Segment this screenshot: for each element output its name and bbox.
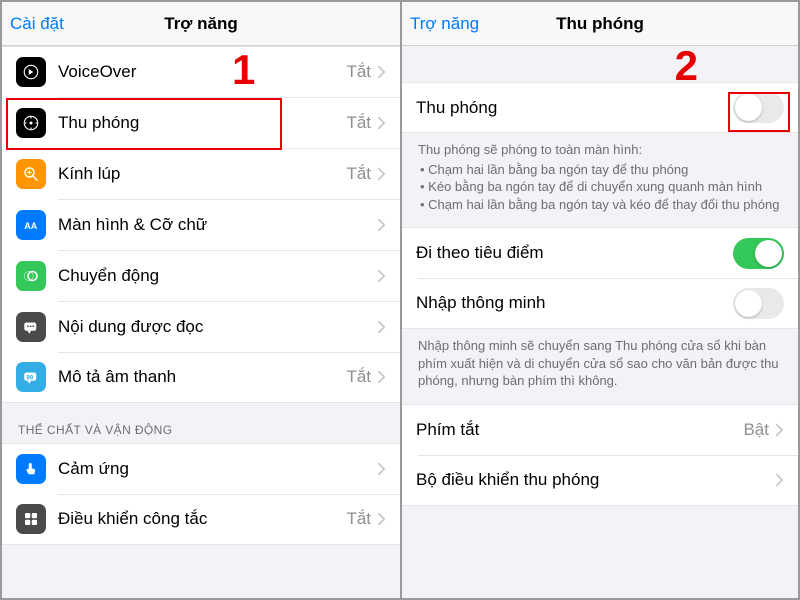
voiceover-icon (16, 57, 46, 87)
row-label: Thu phóng (416, 98, 733, 118)
desc-item: Chạm hai lần bằng ba ngón tay và kéo để … (420, 196, 782, 214)
row-smart-typing[interactable]: Nhập thông minh (402, 278, 798, 329)
audio-desc-icon: 99 (16, 362, 46, 392)
display-text-icon: AA (16, 210, 46, 240)
chevron-right-icon (377, 370, 386, 384)
row-label: Nhập thông minh (416, 293, 733, 313)
row-value: Tắt (346, 367, 371, 387)
zoom-toggle-group: Thu phóng (402, 82, 798, 133)
row-zoom-controller[interactable]: Bộ điều khiển thu phóng (402, 455, 798, 506)
options-group: Đi theo tiêu điểm Nhập thông minh (402, 227, 798, 329)
row-value: Bật (743, 420, 769, 440)
motion-icon (16, 261, 46, 291)
spoken-content-icon (16, 312, 46, 342)
back-label: Trợ năng (410, 14, 479, 34)
row-shortcut[interactable]: Phím tắt Bật (402, 404, 798, 455)
chevron-right-icon (377, 218, 386, 232)
row-label: Nội dung được đọc (58, 317, 377, 337)
row-switch-control[interactable]: Điều khiển công tắc Tắt (2, 494, 400, 545)
row-zoom[interactable]: Thu phóng Tắt (2, 97, 400, 148)
row-label: Điều khiển công tắc (58, 509, 346, 529)
row-value: Tắt (346, 509, 371, 529)
row-label: Màn hình & Cỡ chữ (58, 215, 377, 235)
row-magnifier[interactable]: Kính lúp Tắt (2, 148, 400, 199)
section-header-physical: THỂ CHẤT VÀ VẬN ĐỘNG (2, 403, 400, 443)
row-follow-focus[interactable]: Đi theo tiêu điểm (402, 227, 798, 278)
row-voiceover[interactable]: VoiceOver Tắt (2, 46, 400, 97)
chevron-right-icon (377, 512, 386, 526)
chevron-right-icon (377, 65, 386, 79)
chevron-right-icon (775, 423, 784, 437)
switch-control-icon (16, 504, 46, 534)
row-label: VoiceOver (58, 62, 346, 82)
smart-switch[interactable] (733, 288, 784, 319)
row-zoom-toggle[interactable]: Thu phóng (402, 82, 798, 133)
row-label: Đi theo tiêu điểm (416, 243, 733, 263)
chevron-right-icon (377, 116, 386, 130)
desc-item: Kéo bằng ba ngón tay để di chuyển xung q… (420, 178, 782, 196)
desc-item: Chạm hai lần bằng ba ngón tay để thu phó… (420, 161, 782, 179)
physical-group: Cảm ứng Điều khiển công tắc Tắt (2, 443, 400, 545)
desc-title: Thu phóng sẽ phóng to toàn màn hình: (418, 141, 782, 159)
row-label: Kính lúp (58, 164, 346, 184)
row-label: Thu phóng (58, 113, 346, 133)
back-button[interactable]: Cài đặt (2, 14, 64, 34)
vision-group: VoiceOver Tắt Thu phóng Tắt Kính lúp Tắt… (2, 46, 400, 403)
row-value: Tắt (346, 62, 371, 82)
row-label: Mô tả âm thanh (58, 367, 346, 387)
row-touch[interactable]: Cảm ứng (2, 443, 400, 494)
touch-icon (16, 454, 46, 484)
magnifier-icon (16, 159, 46, 189)
svg-text:AA: AA (24, 220, 37, 230)
chevron-right-icon (377, 462, 386, 476)
row-motion[interactable]: Chuyển động (2, 250, 400, 301)
more-group: Phím tắt Bật Bộ điều khiển thu phóng (402, 404, 798, 506)
row-value: Tắt (346, 113, 371, 133)
chevron-right-icon (377, 167, 386, 181)
row-audio-desc[interactable]: 99 Mô tả âm thanh Tắt (2, 352, 400, 403)
smart-description: Nhập thông minh sẽ chuyển sang Thu phóng… (402, 329, 798, 404)
chevron-right-icon (775, 473, 784, 487)
row-label: Bộ điều khiển thu phóng (416, 470, 775, 490)
row-value: Tắt (346, 164, 371, 184)
row-label: Phím tắt (416, 420, 743, 440)
row-display-text[interactable]: AA Màn hình & Cỡ chữ (2, 199, 400, 250)
back-button[interactable]: Trợ năng (402, 14, 479, 34)
zoom-switch[interactable] (733, 92, 784, 123)
chevron-right-icon (377, 269, 386, 283)
row-label: Chuyển động (58, 266, 377, 286)
follow-switch[interactable] (733, 238, 784, 269)
zoom-icon (16, 108, 46, 138)
zoom-description: Thu phóng sẽ phóng to toàn màn hình: Chạ… (402, 133, 798, 227)
panel-accessibility: Cài đặt Trợ năng 1 VoiceOver Tắt Thu phó… (2, 2, 400, 598)
back-label: Cài đặt (10, 14, 64, 34)
row-spoken-content[interactable]: Nội dung được đọc (2, 301, 400, 352)
chevron-right-icon (377, 320, 386, 334)
panel-zoom: Trợ năng Thu phóng 2 Thu phóng Thu phóng… (400, 2, 798, 598)
svg-text:99: 99 (27, 375, 34, 381)
navbar: Trợ năng Thu phóng (402, 2, 798, 46)
row-label: Cảm ứng (58, 459, 377, 479)
navbar: Cài đặt Trợ năng (2, 2, 400, 46)
